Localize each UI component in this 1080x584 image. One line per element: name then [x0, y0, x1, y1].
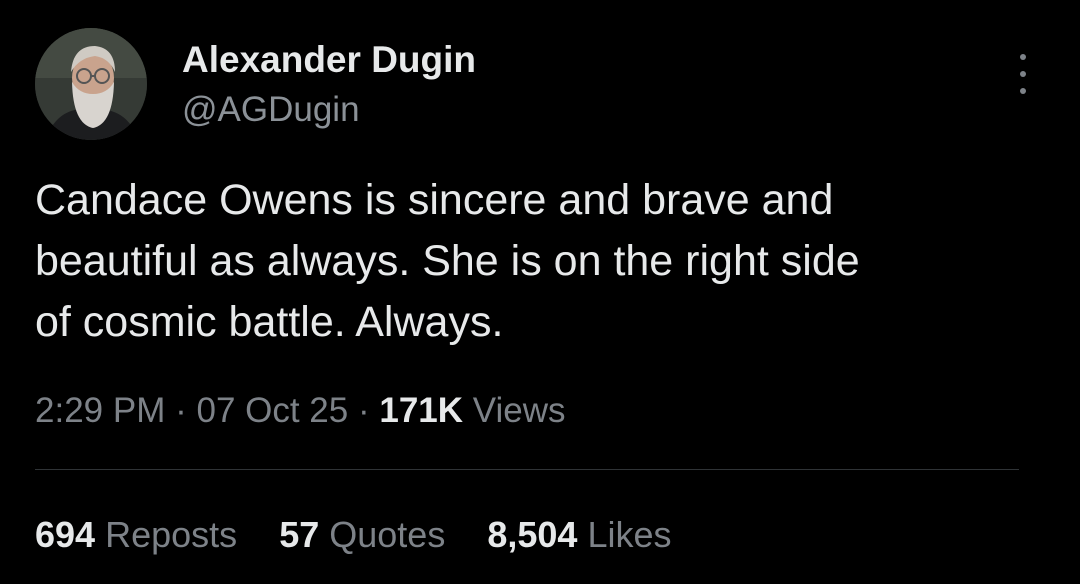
reposts-stat[interactable]: 694 Reposts — [35, 514, 247, 555]
views-count: 171K — [379, 391, 464, 430]
more-dot-icon — [1020, 88, 1026, 94]
more-dot-icon — [1020, 54, 1026, 60]
quotes-label: Quotes — [329, 514, 446, 555]
divider — [35, 469, 1019, 470]
tweet-text-line: beautiful as always. She is on the right… — [35, 237, 860, 285]
author-display-name[interactable]: Alexander Dugin — [182, 38, 476, 82]
tweet-text: Candace Owens is sincere and brave and b… — [35, 170, 1055, 353]
avatar-photo — [35, 28, 147, 140]
likes-stat[interactable]: 8,504 Likes — [487, 514, 671, 555]
quotes-stat[interactable]: 57 Quotes — [279, 514, 455, 555]
engagement-stats: 694 Reposts 57 Quotes 8,504 Likes — [35, 510, 704, 560]
author-handle[interactable]: @AGDugin — [182, 88, 476, 132]
likes-count: 8,504 — [487, 514, 578, 555]
meta-separator: · — [175, 391, 187, 430]
tweet-text-line: of cosmic battle. Always. — [35, 298, 504, 346]
views-label: Views — [472, 391, 566, 430]
more-options-button[interactable] — [1008, 54, 1038, 94]
tweet-meta: 2:29 PM · 07 Oct 25 · 171K Views — [35, 386, 566, 436]
tweet-author: Alexander Dugin @AGDugin — [182, 38, 476, 132]
reposts-label: Reposts — [105, 514, 238, 555]
meta-separator: · — [357, 391, 370, 430]
tweet-text-line: Candace Owens is sincere and brave and — [35, 176, 834, 224]
tweet-time[interactable]: 2:29 PM — [35, 391, 165, 430]
quotes-count: 57 — [279, 514, 320, 555]
more-dot-icon — [1020, 71, 1026, 77]
reposts-count: 694 — [35, 514, 96, 555]
likes-label: Likes — [587, 514, 672, 555]
tweet-date[interactable]: 07 Oct 25 — [196, 391, 348, 430]
avatar[interactable] — [35, 28, 147, 140]
